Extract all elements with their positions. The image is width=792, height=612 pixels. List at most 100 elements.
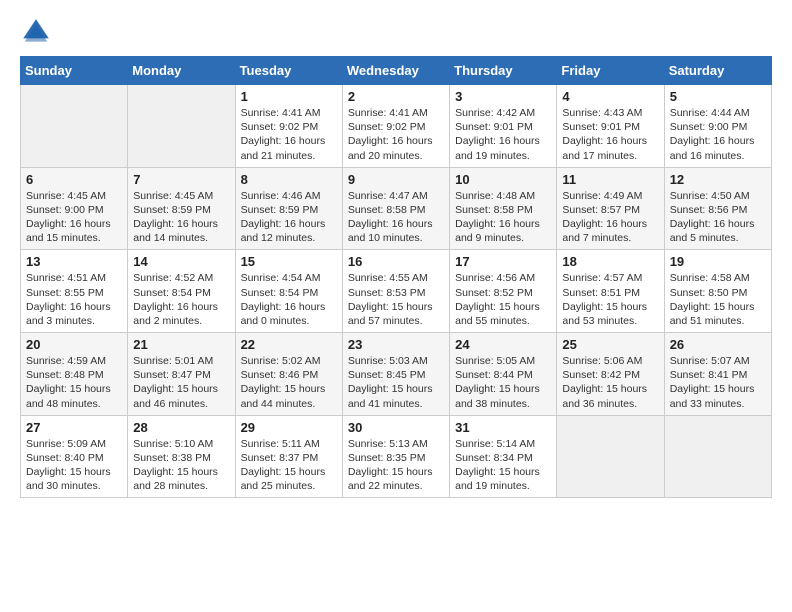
- calendar-cell: 21 Sunrise: 5:01 AM Sunset: 8:47 PM Dayli…: [128, 333, 235, 416]
- calendar-table: SundayMondayTuesdayWednesdayThursdayFrid…: [20, 56, 772, 498]
- day-number: 4: [562, 89, 658, 104]
- day-info: Sunrise: 4:44 AM Sunset: 9:00 PM Dayligh…: [670, 106, 766, 163]
- day-number: 17: [455, 254, 551, 269]
- day-number: 28: [133, 420, 229, 435]
- header: [20, 16, 772, 48]
- day-number: 22: [241, 337, 337, 352]
- calendar-cell: 23 Sunrise: 5:03 AM Sunset: 8:45 PM Dayli…: [342, 333, 449, 416]
- calendar-cell: 22Sunrise: 5:02 AM Sunset: 8:46 PM Dayli…: [235, 333, 342, 416]
- calendar-cell: 12 Sunrise: 4:50 AM Sunset: 8:56 PM Dayli…: [664, 167, 771, 250]
- day-number: 2: [348, 89, 444, 104]
- day-number: 23: [348, 337, 444, 352]
- calendar-cell: 31 Sunrise: 5:14 AM Sunset: 8:34 PM Dayli…: [450, 415, 557, 498]
- day-info: Sunrise: 4:52 AM Sunset: 8:54 PM Dayligh…: [133, 271, 229, 328]
- weekday-header: Tuesday: [235, 57, 342, 85]
- day-number: 6: [26, 172, 122, 187]
- calendar-cell: 15 Sunrise: 4:54 AM Sunset: 8:54 PM Dayli…: [235, 250, 342, 333]
- calendar-cell: 8 Sunrise: 4:46 AM Sunset: 8:59 PM Daylig…: [235, 167, 342, 250]
- day-number: 8: [241, 172, 337, 187]
- day-info: Sunrise: 4:47 AM Sunset: 8:58 PM Dayligh…: [348, 189, 444, 246]
- calendar-cell: 11Sunrise: 4:49 AM Sunset: 8:57 PM Dayli…: [557, 167, 664, 250]
- calendar-cell: 5Sunrise: 4:44 AM Sunset: 9:00 PM Daylig…: [664, 85, 771, 168]
- day-info: Sunrise: 4:55 AM Sunset: 8:53 PM Dayligh…: [348, 271, 444, 328]
- day-number: 14: [133, 254, 229, 269]
- day-info: Sunrise: 4:49 AM Sunset: 8:57 PM Dayligh…: [562, 189, 658, 246]
- calendar-cell: 19 Sunrise: 4:58 AM Sunset: 8:50 PM Dayli…: [664, 250, 771, 333]
- calendar-cell: 24 Sunrise: 5:05 AM Sunset: 8:44 PM Dayli…: [450, 333, 557, 416]
- day-info: Sunrise: 4:58 AM Sunset: 8:50 PM Dayligh…: [670, 271, 766, 328]
- calendar-cell: 13Sunrise: 4:51 AM Sunset: 8:55 PM Dayli…: [21, 250, 128, 333]
- day-info: Sunrise: 5:06 AM Sunset: 8:42 PM Dayligh…: [562, 354, 658, 411]
- calendar-cell: 28Sunrise: 5:10 AM Sunset: 8:38 PM Dayli…: [128, 415, 235, 498]
- day-info: Sunrise: 5:14 AM Sunset: 8:34 PM Dayligh…: [455, 437, 551, 494]
- day-number: 15: [241, 254, 337, 269]
- day-number: 1: [241, 89, 337, 104]
- day-number: 3: [455, 89, 551, 104]
- day-number: 29: [241, 420, 337, 435]
- day-number: 18: [562, 254, 658, 269]
- calendar-cell: [557, 415, 664, 498]
- day-info: Sunrise: 5:05 AM Sunset: 8:44 PM Dayligh…: [455, 354, 551, 411]
- day-number: 24: [455, 337, 551, 352]
- weekday-header: Sunday: [21, 57, 128, 85]
- day-number: 20: [26, 337, 122, 352]
- page: SundayMondayTuesdayWednesdayThursdayFrid…: [0, 0, 792, 514]
- day-info: Sunrise: 5:09 AM Sunset: 8:40 PM Dayligh…: [26, 437, 122, 494]
- day-number: 13: [26, 254, 122, 269]
- day-info: Sunrise: 4:48 AM Sunset: 8:58 PM Dayligh…: [455, 189, 551, 246]
- calendar-cell: 26 Sunrise: 5:07 AM Sunset: 8:41 PM Dayli…: [664, 333, 771, 416]
- calendar-week-row: 1 Sunrise: 4:41 AM Sunset: 9:02 PM Daylig…: [21, 85, 772, 168]
- day-number: 10: [455, 172, 551, 187]
- day-info: Sunrise: 5:01 AM Sunset: 8:47 PM Dayligh…: [133, 354, 229, 411]
- calendar-cell: 1Sunrise: 4:41 AM Sunset: 9:02 PM Daylig…: [235, 85, 342, 168]
- day-number: 30: [348, 420, 444, 435]
- calendar-week-row: 27Sunrise: 5:09 AM Sunset: 8:40 PM Dayli…: [21, 415, 772, 498]
- calendar-cell: 17 Sunrise: 4:56 AM Sunset: 8:52 PM Dayli…: [450, 250, 557, 333]
- calendar-week-row: 13Sunrise: 4:51 AM Sunset: 8:55 PM Dayli…: [21, 250, 772, 333]
- day-info: Sunrise: 4:56 AM Sunset: 8:52 PM Dayligh…: [455, 271, 551, 328]
- calendar-cell: 16 Sunrise: 4:55 AM Sunset: 8:53 PM Dayli…: [342, 250, 449, 333]
- day-info: Sunrise: 4:50 AM Sunset: 8:56 PM Dayligh…: [670, 189, 766, 246]
- day-info: Sunrise: 4:41 AM Sunset: 9:02 PM Dayligh…: [348, 106, 444, 163]
- calendar-cell: 3 Sunrise: 4:42 AM Sunset: 9:01 PM Daylig…: [450, 85, 557, 168]
- calendar-cell: 30 Sunrise: 5:13 AM Sunset: 8:35 PM Dayli…: [342, 415, 449, 498]
- logo: [20, 16, 56, 48]
- calendar-week-row: 20 Sunrise: 4:59 AM Sunset: 8:48 PM Dayli…: [21, 333, 772, 416]
- day-info: Sunrise: 4:45 AM Sunset: 8:59 PM Dayligh…: [133, 189, 229, 246]
- weekday-header: Thursday: [450, 57, 557, 85]
- day-number: 16: [348, 254, 444, 269]
- calendar-cell: 18 Sunrise: 4:57 AM Sunset: 8:51 PM Dayli…: [557, 250, 664, 333]
- day-number: 19: [670, 254, 766, 269]
- calendar-cell: [664, 415, 771, 498]
- calendar-header-row: SundayMondayTuesdayWednesdayThursdayFrid…: [21, 57, 772, 85]
- day-info: Sunrise: 4:57 AM Sunset: 8:51 PM Dayligh…: [562, 271, 658, 328]
- calendar-week-row: 6 Sunrise: 4:45 AM Sunset: 9:00 PM Daylig…: [21, 167, 772, 250]
- day-info: Sunrise: 4:46 AM Sunset: 8:59 PM Dayligh…: [241, 189, 337, 246]
- day-info: Sunrise: 5:07 AM Sunset: 8:41 PM Dayligh…: [670, 354, 766, 411]
- logo-icon: [20, 16, 52, 48]
- calendar-cell: 27Sunrise: 5:09 AM Sunset: 8:40 PM Dayli…: [21, 415, 128, 498]
- weekday-header: Monday: [128, 57, 235, 85]
- day-number: 7: [133, 172, 229, 187]
- day-info: Sunrise: 5:13 AM Sunset: 8:35 PM Dayligh…: [348, 437, 444, 494]
- day-info: Sunrise: 4:54 AM Sunset: 8:54 PM Dayligh…: [241, 271, 337, 328]
- day-info: Sunrise: 5:11 AM Sunset: 8:37 PM Dayligh…: [241, 437, 337, 494]
- calendar-cell: 7 Sunrise: 4:45 AM Sunset: 8:59 PM Daylig…: [128, 167, 235, 250]
- day-info: Sunrise: 4:42 AM Sunset: 9:01 PM Dayligh…: [455, 106, 551, 163]
- day-info: Sunrise: 4:59 AM Sunset: 8:48 PM Dayligh…: [26, 354, 122, 411]
- day-number: 21: [133, 337, 229, 352]
- day-info: Sunrise: 4:45 AM Sunset: 9:00 PM Dayligh…: [26, 189, 122, 246]
- calendar-cell: 20 Sunrise: 4:59 AM Sunset: 8:48 PM Dayli…: [21, 333, 128, 416]
- day-info: Sunrise: 5:03 AM Sunset: 8:45 PM Dayligh…: [348, 354, 444, 411]
- weekday-header: Friday: [557, 57, 664, 85]
- calendar-cell: [128, 85, 235, 168]
- calendar-cell: 2 Sunrise: 4:41 AM Sunset: 9:02 PM Daylig…: [342, 85, 449, 168]
- day-number: 31: [455, 420, 551, 435]
- calendar-cell: 14 Sunrise: 4:52 AM Sunset: 8:54 PM Dayli…: [128, 250, 235, 333]
- calendar-cell: 10 Sunrise: 4:48 AM Sunset: 8:58 PM Dayli…: [450, 167, 557, 250]
- calendar-cell: 25Sunrise: 5:06 AM Sunset: 8:42 PM Dayli…: [557, 333, 664, 416]
- day-number: 12: [670, 172, 766, 187]
- day-number: 26: [670, 337, 766, 352]
- day-number: 9: [348, 172, 444, 187]
- weekday-header: Saturday: [664, 57, 771, 85]
